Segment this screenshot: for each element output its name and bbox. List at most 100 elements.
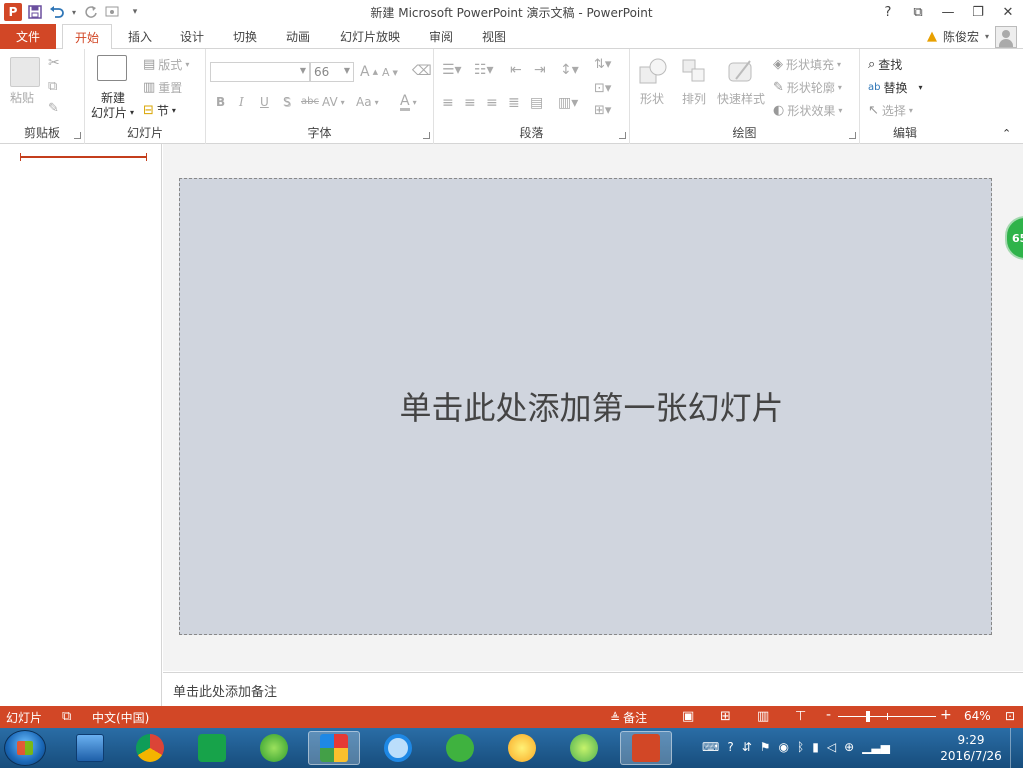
paste-icon[interactable] [10,57,40,87]
font-color-button[interactable]: A ▾ [400,94,417,111]
battery-icon[interactable]: ▮ [812,740,819,754]
tab-home[interactable]: 开始 [62,24,112,50]
powerpoint-logo-icon[interactable]: P [4,3,22,21]
save-icon[interactable] [26,2,44,22]
zoom-level[interactable]: 64% [964,709,991,723]
tab-transitions[interactable]: 切换 [223,24,267,49]
maximize-button[interactable]: ❐ [963,0,993,24]
taskbar-app-360browser[interactable] [248,731,300,765]
taskbar-app-360safe[interactable] [558,731,610,765]
taskbar-app-chrome[interactable] [124,731,176,765]
notes-toggle[interactable]: ≜ 备注 [610,709,647,726]
clock[interactable]: 9:29 2016/7/26 [938,732,1004,764]
taskbar-app-yellow[interactable] [496,731,548,765]
taskbar-app-green[interactable] [186,731,238,765]
arrange-icon[interactable] [680,57,710,87]
tab-animations[interactable]: 动画 [276,24,320,49]
character-spacing-button[interactable]: AV ▾ [322,95,345,109]
slide-thumbnail-pane[interactable] [0,144,162,706]
undo-icon[interactable] [48,2,66,22]
justify-icon[interactable]: ≣ [508,95,520,111]
slide-sorter-icon[interactable]: ⊞ [720,709,731,724]
undo-dropdown-icon[interactable]: ▾ [70,2,78,22]
paragraph-launcher-icon[interactable] [619,132,626,139]
fit-to-window-icon[interactable]: ⊡ [1005,709,1015,723]
font-size-box[interactable]: 66 ▼ [310,62,354,82]
slide-count-status[interactable]: 幻灯片 [6,709,42,726]
copy-icon[interactable]: ⧉ [48,79,57,94]
zoom-in-button[interactable]: + [940,707,952,723]
taskbar-app-ie[interactable] [372,731,424,765]
reset-button[interactable]: ▥ 重置 [143,79,182,96]
strikethrough-button[interactable]: abc [301,96,319,107]
zoom-out-button[interactable]: - [826,707,831,723]
taskbar-app-powerpoint[interactable] [620,731,672,765]
paste-button[interactable]: 粘贴 [10,89,34,106]
notes-pane[interactable]: 单击此处添加备注 [163,672,1023,706]
collapse-ribbon-icon[interactable]: ⌃ [1002,127,1011,140]
keyboard-icon[interactable]: ⌨ [702,740,719,754]
touch-mode-icon[interactable] [104,2,122,22]
text-direction-icon[interactable]: ⇅▾ [594,57,611,72]
shapes-button[interactable]: 形状 [640,90,664,107]
tab-view[interactable]: 视图 [472,24,516,49]
line-spacing-icon[interactable]: ↕▾ [560,62,579,78]
align-center-icon[interactable]: ≡ [464,95,476,111]
tab-review[interactable]: 审阅 [419,24,463,49]
tab-file[interactable]: 文件 [0,24,56,49]
qq-icon[interactable]: ◉ [779,740,789,754]
tray-360-icon[interactable]: ⊕ [844,740,854,754]
taskbar-app-puzzle[interactable] [308,731,360,765]
bold-button[interactable]: B [216,95,225,109]
replace-button[interactable]: ab 替换 ▾ [868,79,923,96]
avatar[interactable] [995,25,1017,48]
grow-font-button[interactable]: A ▲ [360,64,378,80]
start-button[interactable] [4,730,46,766]
section-button[interactable]: ⊟ 节 ▾ [143,102,176,119]
tray-arrows-icon[interactable]: ⇵ [742,740,752,754]
bullets-icon[interactable]: ☰▾ [442,62,462,78]
change-case-button[interactable]: Aa ▾ [356,95,379,109]
customize-qat-icon[interactable]: ▾ [126,2,144,22]
shape-fill-button[interactable]: ◈ 形状填充 ▾ [773,56,841,73]
arrange-button[interactable]: 排列 [682,90,706,107]
quick-styles-icon[interactable] [726,57,756,87]
minimize-button[interactable]: — [933,0,963,24]
signal-icon[interactable]: ▁▃▅ [862,740,890,754]
shadow-button[interactable]: S [283,95,291,109]
shrink-font-button[interactable]: A ▼ [382,66,398,79]
redo-icon[interactable] [82,2,100,22]
tab-insert[interactable]: 插入 [118,24,162,49]
user-account[interactable]: ▲ 陈俊宏 ▾ [927,24,1017,49]
help-button[interactable]: ? [873,0,903,24]
user-name[interactable]: 陈俊宏 [943,28,979,45]
quick-styles-button[interactable]: 快速样式 [717,90,765,107]
layout-button[interactable]: ▤ 版式 ▾ [143,56,189,73]
warning-icon[interactable]: ▲ [927,29,937,44]
show-desktop-button[interactable] [1010,728,1023,768]
align-right-icon[interactable]: ≡ [486,95,498,111]
close-button[interactable]: ✕ [993,0,1023,24]
bluetooth-icon[interactable]: ᛒ [797,740,804,754]
cut-icon[interactable]: ✂ [48,55,60,71]
new-slide-button[interactable]: 幻灯片 ▾ [91,104,134,121]
select-button[interactable]: ↖ 选择 ▾ [868,102,913,119]
font-name-box[interactable]: ▼ [210,62,310,82]
normal-view-icon[interactable]: ▣ [682,709,694,724]
language-status[interactable]: 中文(中国) [92,709,149,726]
chevron-down-icon[interactable]: ▾ [985,32,989,41]
clipboard-launcher-icon[interactable] [74,132,81,139]
shape-outline-button[interactable]: ✎ 形状轮廓 ▾ [773,79,842,96]
decrease-indent-icon[interactable]: ⇤ [510,62,522,78]
tab-slideshow[interactable]: 幻灯片放映 [332,24,408,49]
zoom-slider-thumb[interactable] [866,711,870,722]
new-slide-icon[interactable] [97,55,127,81]
numbering-icon[interactable]: ☷▾ [474,62,494,78]
shapes-icon[interactable] [638,57,668,87]
volume-icon[interactable]: ◁ [827,740,836,754]
reading-view-icon[interactable]: ▥ [757,709,769,724]
help-tray-icon[interactable]: ? [727,740,733,754]
slide-placeholder[interactable]: 单击此处添加第一张幻灯片 [179,178,992,635]
distributed-icon[interactable]: ▤ [530,95,543,111]
taskbar-app-wechat[interactable] [434,731,486,765]
